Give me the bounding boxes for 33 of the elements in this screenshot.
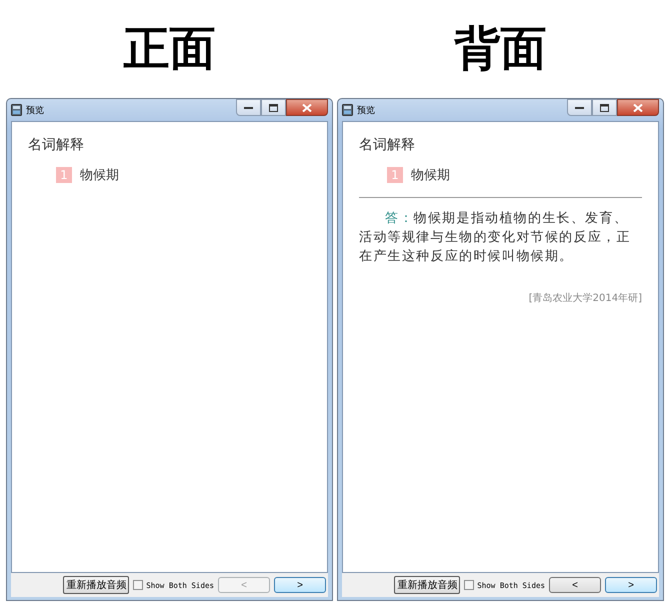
term-text: 物候期 xyxy=(80,167,119,184)
source-text: [青岛农业大学2014年研] xyxy=(528,292,642,305)
term-text: 物候期 xyxy=(411,167,450,184)
close-icon xyxy=(302,104,312,112)
app-icon xyxy=(342,104,353,116)
minimize-button[interactable] xyxy=(567,99,592,116)
window-title: 预览 xyxy=(357,104,376,116)
item-number: 1 xyxy=(56,167,72,183)
next-button[interactable]: > xyxy=(605,577,657,593)
minimize-icon xyxy=(244,106,253,110)
close-icon xyxy=(633,104,643,112)
section-title: 名词解释 xyxy=(359,136,416,154)
maximize-icon xyxy=(600,104,609,112)
checkbox[interactable] xyxy=(133,580,144,590)
close-button[interactable] xyxy=(286,99,328,116)
maximize-icon xyxy=(269,104,278,112)
maximize-button[interactable] xyxy=(261,99,286,116)
maximize-button[interactable] xyxy=(592,99,617,116)
checkbox[interactable] xyxy=(464,580,474,590)
previous-button[interactable]: < xyxy=(549,577,601,593)
replay-audio-button[interactable]: 重新播放音频 xyxy=(394,576,460,594)
app-icon xyxy=(11,104,22,116)
window-title: 预览 xyxy=(26,104,45,116)
close-button[interactable] xyxy=(617,99,659,116)
replay-audio-button[interactable]: 重新播放音频 xyxy=(63,576,130,594)
minimize-icon xyxy=(575,106,584,110)
minimize-button[interactable] xyxy=(236,99,261,116)
section-title: 名词解释 xyxy=(28,136,85,154)
side-heading: 背面 xyxy=(454,20,546,77)
next-button[interactable]: > xyxy=(274,577,326,593)
answer-text: 答：物候期是指动植物的生长、发育、活动等规律与生物的变化对节候的反应，正在产生这种反应的时候叫物候期。 xyxy=(359,210,632,266)
item-number: 1 xyxy=(387,167,403,183)
side-heading: 正面 xyxy=(124,20,216,77)
